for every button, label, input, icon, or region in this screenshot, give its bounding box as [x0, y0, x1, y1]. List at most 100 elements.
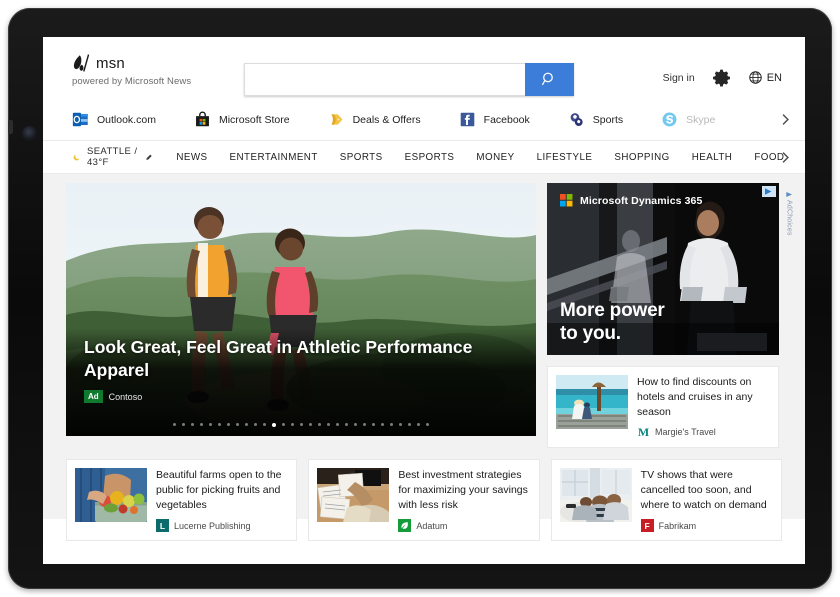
weather-widget[interactable]: SEATTLE / 43°F [72, 146, 152, 168]
services-next-button[interactable] [775, 110, 795, 130]
service-skype[interactable]: Skype [661, 111, 715, 128]
advertiser-name: Contoso [108, 391, 143, 402]
carousel-dot[interactable] [244, 422, 249, 426]
carousel-dot[interactable] [208, 422, 213, 426]
dynamics-headline: More power to you. [560, 300, 665, 345]
source-name: Lucerne Publishing [174, 520, 251, 531]
source-logo-icon: L [156, 519, 169, 533]
microsoft-logo-icon [560, 194, 573, 207]
dynamics-headline-line2: to you. [560, 322, 621, 344]
pencil-icon[interactable] [145, 152, 153, 163]
service-label: Deals & Offers [352, 113, 421, 126]
article-thumbnail [317, 467, 390, 522]
search-button[interactable] [525, 63, 574, 96]
dynamics-ad-card[interactable]: Microsoft Dynamics 365 More power to you… [547, 183, 779, 355]
carousel-dot[interactable] [344, 422, 349, 426]
article-body: How to find discounts on hotels and crui… [637, 375, 770, 439]
carousel-dot[interactable] [226, 422, 231, 426]
article-body: TV shows that were cancelled too soon, a… [640, 468, 773, 533]
msn-homepage: msn powered by Microsoft News Sign in EN… [43, 37, 805, 564]
top-grid: Look Great, Feel Great in Athletic Perfo… [43, 183, 805, 448]
hero-title: Look Great, Feel Great in Athletic Perfo… [84, 336, 473, 380]
adchoices-rail[interactable]: AdChoices [782, 191, 796, 236]
carousel-dot[interactable] [199, 422, 204, 426]
service-sports[interactable]: Sports [568, 111, 623, 128]
hero-ad-card[interactable]: Look Great, Feel Great in Athletic Perfo… [66, 183, 536, 436]
carousel-dot[interactable] [371, 422, 376, 426]
nav-next-button[interactable] [775, 147, 795, 167]
nav-item-list: NEWS ENTERTAINMENT SPORTS ESPORTS MONEY … [176, 152, 805, 163]
gear-icon[interactable] [712, 68, 731, 87]
sign-in-link[interactable]: Sign in [663, 72, 695, 84]
nav-item-health[interactable]: HEALTH [692, 152, 733, 163]
article-card-investment[interactable]: Best investment strategies for maximizin… [308, 458, 540, 542]
nav-item-lifestyle[interactable]: LIFESTYLE [537, 152, 593, 163]
nav-item-sports[interactable]: SPORTS [340, 152, 383, 163]
article-source: F Fabrikam [640, 513, 773, 533]
nav-item-esports[interactable]: ESPORTS [405, 152, 455, 163]
carousel-dot[interactable] [416, 422, 421, 426]
carousel-dot[interactable] [353, 422, 358, 426]
header-actions: Sign in EN [663, 68, 782, 87]
article-body: Best investment strategies for maximizin… [398, 468, 530, 533]
service-label: Sports [592, 113, 624, 126]
service-deals-offers[interactable]: Deals & Offers [328, 111, 421, 128]
carousel-dot[interactable] [407, 422, 412, 426]
msn-butterfly-icon [73, 54, 90, 72]
brand-tagline: powered by Microsoft News [72, 76, 192, 87]
carousel-dot[interactable] [380, 422, 385, 426]
search-input[interactable] [244, 63, 525, 96]
carousel-dot-active[interactable] [271, 422, 277, 427]
carousel-dot[interactable] [335, 422, 340, 426]
service-microsoft-store[interactable]: Microsoft Store [194, 111, 290, 128]
carousel-dot[interactable] [281, 422, 286, 426]
article-body: Beautiful farms open to the public for p… [156, 468, 288, 533]
carousel-dot[interactable] [217, 422, 222, 426]
search-bar[interactable] [244, 63, 574, 96]
carousel-dot[interactable] [299, 422, 304, 426]
brand-name: msn [96, 54, 125, 72]
carousel-dots[interactable] [66, 422, 536, 427]
carousel-dot[interactable] [190, 422, 195, 426]
nav-item-shopping[interactable]: SHOPPING [614, 152, 669, 163]
carousel-dot[interactable] [326, 422, 331, 426]
right-column: Microsoft Dynamics 365 More power to you… [547, 183, 793, 448]
language-selector[interactable]: EN [748, 70, 782, 85]
sidebar-article-card[interactable]: How to find discounts on hotels and crui… [547, 366, 779, 448]
carousel-dot[interactable] [290, 422, 295, 426]
service-outlook[interactable]: Outlook.com [72, 111, 156, 128]
carousel-dot[interactable] [235, 422, 240, 426]
article-card-tv-shows[interactable]: TV shows that were cancelled too soon, a… [550, 458, 782, 542]
article-source: L Lucerne Publishing [156, 513, 288, 533]
carousel-dot[interactable] [398, 422, 403, 426]
weather-text: SEATTLE / 43°F [86, 146, 138, 168]
carousel-dot[interactable] [389, 422, 394, 426]
service-label: Facebook [483, 113, 530, 126]
service-label: Outlook.com [97, 113, 156, 126]
service-facebook[interactable]: Facebook [459, 111, 530, 128]
tablet-device-frame: msn powered by Microsoft News Sign in EN… [8, 8, 832, 589]
carousel-dot[interactable] [181, 422, 186, 426]
dynamics-brand-label: Microsoft Dynamics 365 [580, 194, 703, 207]
nav-item-money[interactable]: MONEY [476, 152, 514, 163]
nav-item-news[interactable]: NEWS [176, 152, 207, 163]
beach-dock-image [556, 375, 628, 429]
carousel-dot[interactable] [362, 422, 367, 426]
carousel-dot[interactable] [253, 422, 258, 426]
soccer-ball-icon [570, 113, 583, 126]
carousel-dot[interactable] [308, 422, 313, 426]
article-thumbnail [556, 375, 628, 429]
carousel-dot[interactable] [262, 422, 267, 426]
service-label: Skype [686, 113, 716, 126]
carousel-dot[interactable] [425, 422, 430, 426]
chevron-right-icon [782, 114, 789, 125]
carousel-dot[interactable] [317, 422, 322, 426]
tablet-screen: msn powered by Microsoft News Sign in EN… [43, 37, 805, 564]
msn-brand[interactable]: msn powered by Microsoft News [72, 53, 191, 87]
ad-badge: Ad [84, 390, 103, 403]
adchoices-triangle-icon[interactable] [762, 186, 776, 197]
adchoices-triangle-icon [785, 191, 792, 198]
article-card-farms[interactable]: Beautiful farms open to the public for p… [66, 458, 298, 542]
nav-item-entertainment[interactable]: ENTERTAINMENT [230, 152, 318, 163]
carousel-dot[interactable] [172, 422, 177, 426]
